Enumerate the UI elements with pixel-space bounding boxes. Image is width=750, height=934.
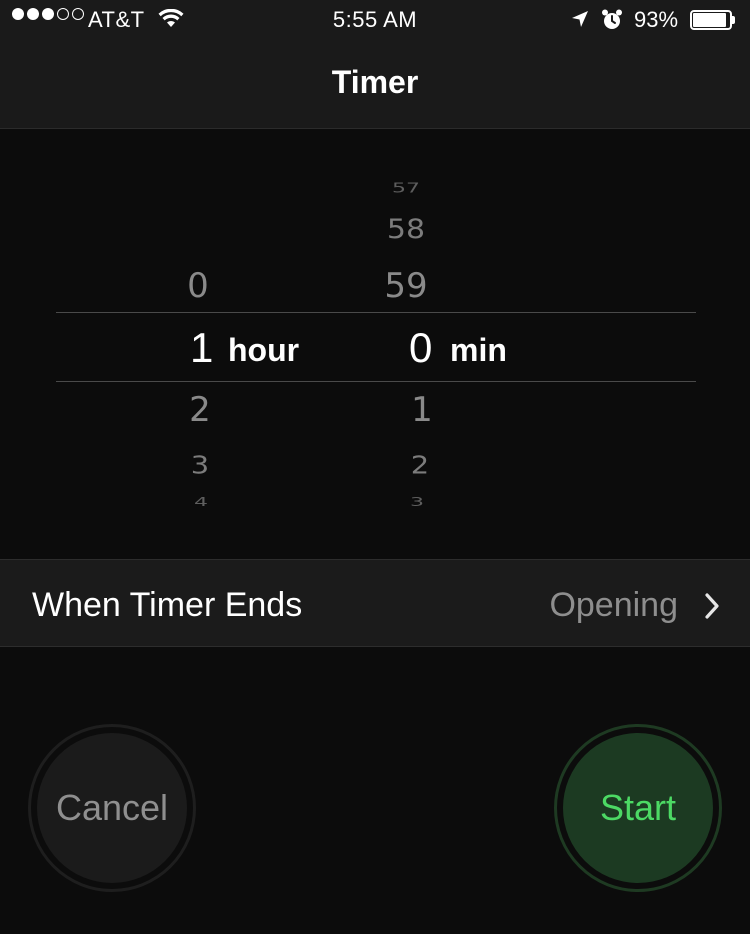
battery-percent: 93%: [634, 7, 679, 32]
hours-unit-label: hour: [228, 332, 300, 368]
when-timer-ends-value: Opening: [549, 586, 678, 624]
timer-screen: AT&T 5:55 AM 93% Timer 0 1 hour 2 3 4 57…: [0, 0, 750, 934]
picker-selection-bottom-divider: [56, 381, 696, 382]
minutes-option[interactable]: 2: [390, 451, 450, 480]
hours-option[interactable]: 2: [170, 390, 230, 430]
alarm-clock-icon: [600, 8, 624, 38]
when-timer-ends-label: When Timer Ends: [32, 586, 303, 624]
hours-option[interactable]: 4: [176, 496, 226, 510]
minutes-option[interactable]: 59: [376, 266, 436, 306]
start-button[interactable]: Start: [554, 724, 722, 892]
cancel-button[interactable]: Cancel: [28, 724, 196, 892]
minutes-option[interactable]: 1: [392, 390, 452, 430]
minutes-unit-label: min: [450, 332, 507, 368]
battery-icon: [690, 10, 735, 30]
page-title: Timer: [331, 64, 419, 100]
minutes-option[interactable]: 58: [376, 214, 436, 245]
top-bar: AT&T 5:55 AM 93% Timer: [0, 0, 750, 129]
hours-option[interactable]: 0: [168, 266, 228, 306]
minutes-option[interactable]: 57: [376, 181, 436, 196]
minutes-selected-value[interactable]: 0: [409, 324, 432, 372]
cancel-button-label: Cancel: [37, 733, 187, 883]
minutes-option[interactable]: 3: [392, 496, 442, 510]
location-arrow-icon: [570, 9, 590, 35]
when-timer-ends-row[interactable]: When Timer Ends Opening: [0, 559, 750, 647]
start-button-label: Start: [563, 733, 713, 883]
chevron-right-icon: [704, 592, 720, 625]
hours-option[interactable]: 3: [170, 451, 230, 480]
status-bar: AT&T 5:55 AM 93%: [0, 0, 750, 40]
picker-selection-top-divider: [56, 312, 696, 313]
hours-selected-value[interactable]: 1: [190, 324, 213, 372]
